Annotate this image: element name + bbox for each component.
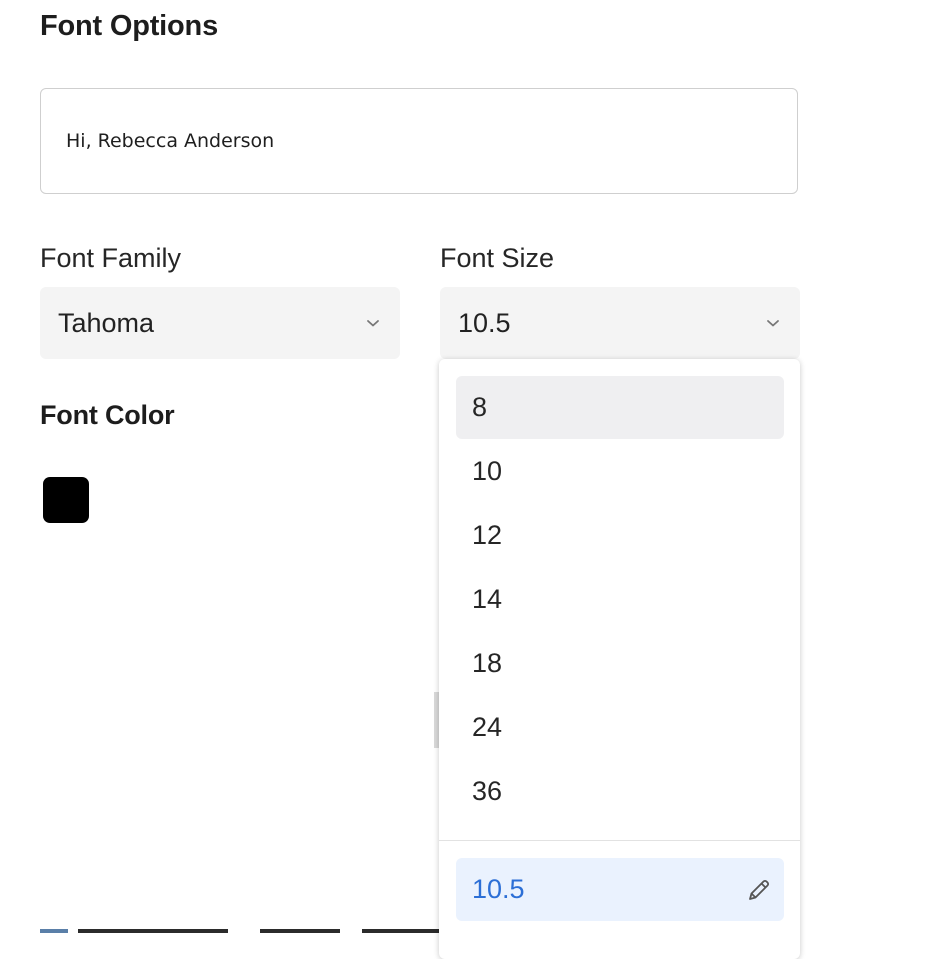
font-size-option-12[interactable]: 12: [456, 504, 784, 567]
font-size-option-24[interactable]: 24: [456, 696, 784, 759]
font-size-option-10[interactable]: 10: [456, 440, 784, 503]
font-size-option-18[interactable]: 18: [456, 632, 784, 695]
font-size-option-14[interactable]: 14: [456, 568, 784, 631]
font-family-label: Font Family: [40, 243, 182, 273]
font-size-option-36[interactable]: 36: [456, 760, 784, 823]
custom-font-size-value: 10.5: [472, 874, 525, 904]
font-family-select[interactable]: Tahoma: [40, 287, 400, 359]
font-size-option-8[interactable]: 8: [456, 376, 784, 439]
font-size-select[interactable]: 10.5: [440, 287, 800, 359]
dropdown-divider: [439, 840, 800, 841]
font-family-value: Tahoma: [58, 307, 155, 338]
chevron-down-icon: [367, 320, 379, 327]
font-preview-text: Hi, Rebecca Anderson: [66, 130, 275, 152]
page-title: Font Options: [40, 10, 219, 42]
font-size-value: 10.5: [458, 307, 511, 338]
custom-font-size-option[interactable]: 10.5: [456, 858, 784, 921]
font-size-dropdown: 8 10 12 14 18 24 36 10.5: [439, 359, 800, 959]
font-color-label: Font Color: [40, 400, 175, 430]
background-content-fragment: [40, 929, 440, 936]
pencil-icon[interactable]: [746, 877, 772, 903]
font-color-swatch[interactable]: [43, 477, 89, 523]
font-size-label: Font Size: [440, 243, 555, 273]
font-preview-box: Hi, Rebecca Anderson: [40, 88, 798, 194]
chevron-down-icon: [767, 320, 779, 327]
